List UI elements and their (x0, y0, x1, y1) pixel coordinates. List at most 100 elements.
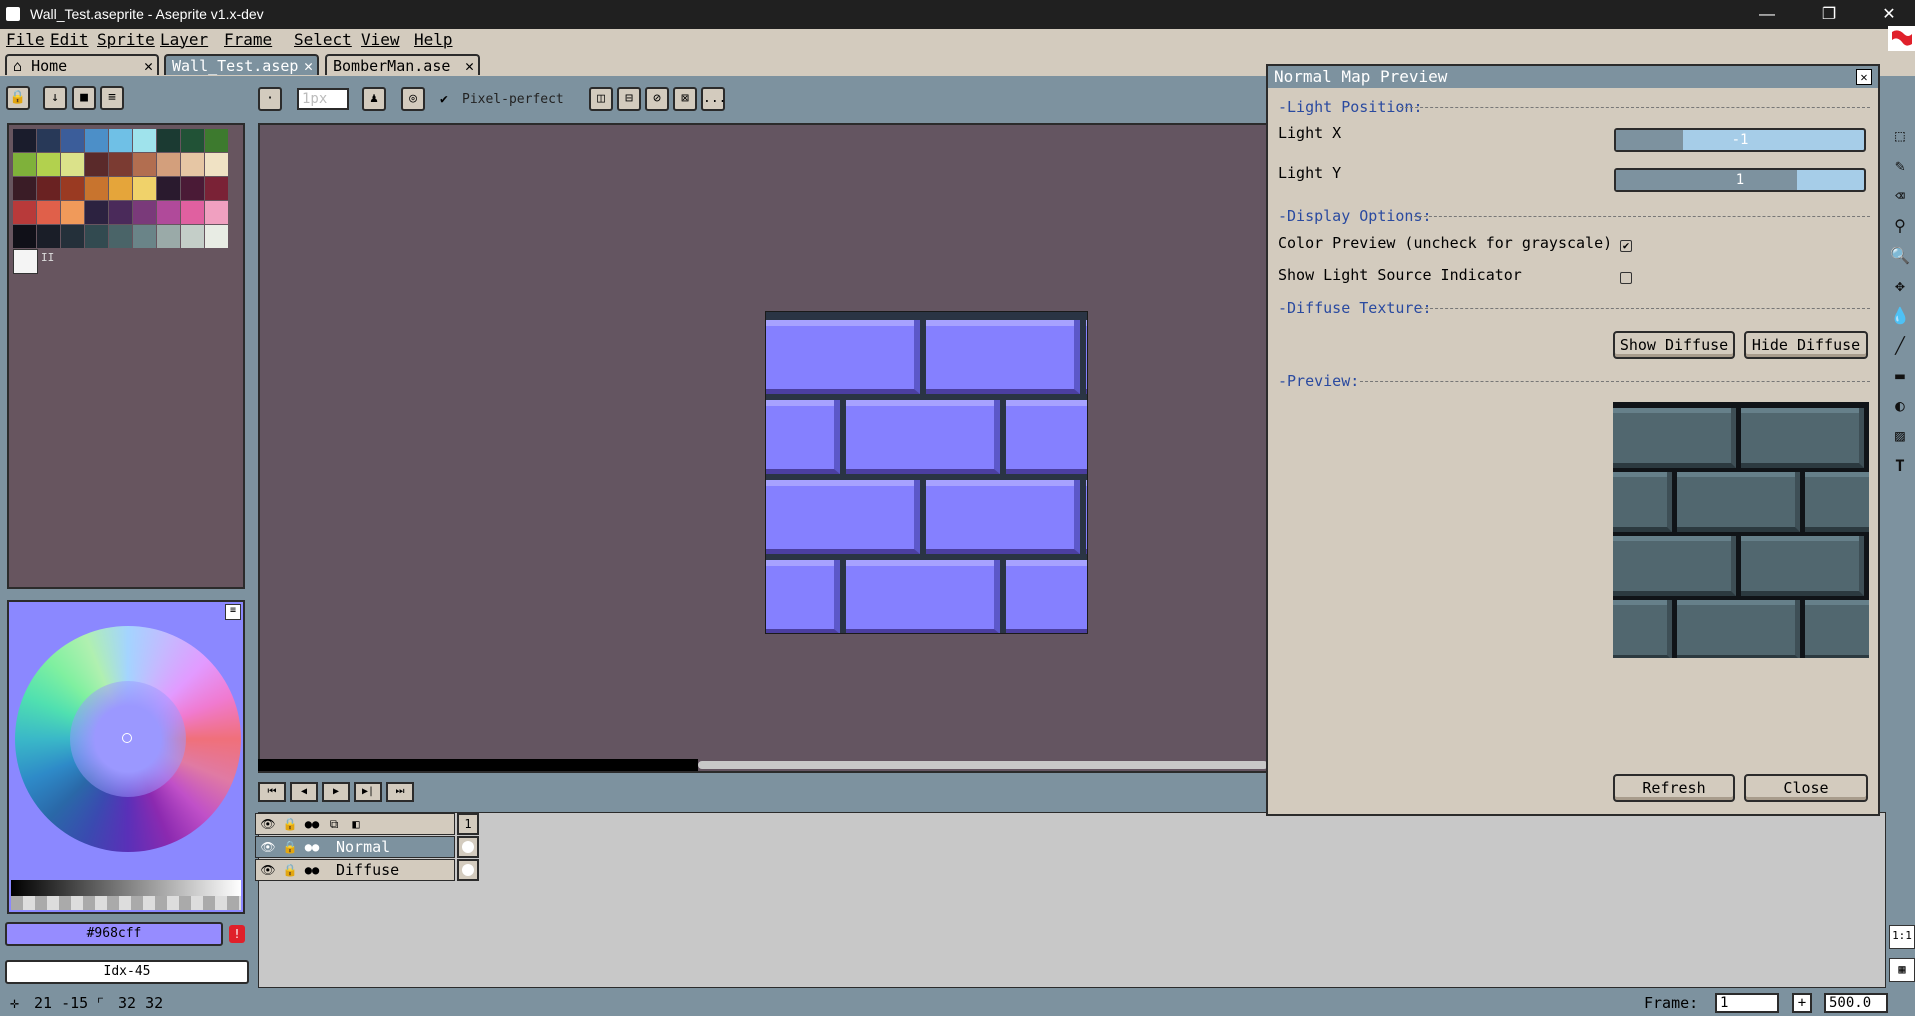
palette-swatch[interactable] (205, 129, 228, 152)
zoom-field[interactable]: 500.0 (1824, 993, 1888, 1013)
wheel-cursor[interactable] (122, 733, 132, 743)
last-frame-button[interactable]: ⏭ (386, 782, 414, 802)
blur-icon[interactable]: ▨ (1887, 423, 1913, 449)
palette-swatch[interactable] (157, 153, 180, 176)
menu-layer[interactable]: Layer (160, 30, 208, 49)
palette-swatch-selected[interactable] (13, 249, 38, 274)
lock-icon[interactable]: 🔒 (280, 816, 300, 832)
palette-swatch[interactable] (85, 201, 108, 224)
one-to-one-button[interactable]: 1:1 (1889, 925, 1915, 949)
eye-icon[interactable]: 👁 (258, 839, 278, 855)
palette-swatch[interactable] (61, 201, 84, 224)
contour-icon[interactable]: ◐ (1887, 393, 1913, 419)
next-frame-button[interactable]: ▶| (354, 782, 382, 802)
layer-row-normal[interactable]: 👁 🔒 ●● Normal (255, 836, 455, 858)
palette-swatch[interactable] (181, 153, 204, 176)
palette-swatch[interactable] (37, 201, 60, 224)
palette-menu-icon[interactable]: ≡ (100, 86, 124, 110)
menu-file[interactable]: File (6, 30, 45, 49)
cel-normal[interactable] (457, 836, 479, 858)
alpha-bar[interactable] (11, 896, 241, 910)
preview-window-icon[interactable]: ▦ (1889, 958, 1915, 982)
palette-swatch[interactable] (157, 177, 180, 200)
palette-swatch[interactable] (157, 225, 180, 248)
opacity-button[interactable]: ◎ (401, 87, 425, 111)
palette-swatch[interactable] (205, 201, 228, 224)
eye-icon[interactable]: 👁 (258, 862, 278, 878)
palette-swatch[interactable] (37, 153, 60, 176)
scrollbar-thumb[interactable] (698, 761, 1268, 769)
tab-close-icon[interactable]: ✕ (144, 56, 153, 76)
play-button[interactable]: ▶ (322, 782, 350, 802)
line-icon[interactable]: ╱ (1887, 333, 1913, 359)
palette-swatch[interactable] (85, 153, 108, 176)
palette-swatch[interactable] (37, 129, 60, 152)
show-diffuse-button[interactable]: Show Diffuse (1613, 331, 1735, 359)
window-close-button[interactable]: ✕ (1866, 0, 1912, 29)
symmetry-d-button[interactable]: ⊠ (673, 87, 697, 111)
palette-swatch[interactable] (85, 177, 108, 200)
menu-help[interactable]: Help (414, 30, 453, 49)
palette-swatch[interactable] (85, 225, 108, 248)
light-x-slider[interactable]: -1 (1614, 128, 1866, 152)
palette-swatch[interactable] (61, 153, 84, 176)
brush-type-button[interactable]: · (258, 87, 282, 111)
symmetry-v-button[interactable]: ⊘ (645, 87, 669, 111)
menu-select[interactable]: Select (294, 30, 352, 49)
palette-swatch[interactable] (61, 129, 84, 152)
tab-wall-test[interactable]: Wall_Test.asep ✕ (164, 54, 319, 75)
palette-swatch[interactable] (133, 153, 156, 176)
brush-size-field[interactable]: 1px (297, 88, 349, 110)
menu-edit[interactable]: Edit (50, 30, 89, 49)
rect-icon[interactable]: ▬ (1887, 363, 1913, 389)
eraser-icon[interactable]: ⌫ (1887, 183, 1913, 209)
palette-swatch[interactable] (13, 153, 36, 176)
minimize-button[interactable]: — (1744, 0, 1790, 29)
sprite-canvas[interactable] (258, 123, 1268, 773)
palette-down-icon[interactable]: ↓ (43, 86, 67, 110)
continuous-icon[interactable]: ●● (302, 862, 322, 878)
palette-swatch[interactable] (181, 177, 204, 200)
palette-swatch[interactable] (109, 177, 132, 200)
symmetry-button[interactable]: ◫ (589, 87, 613, 111)
color-hex-field[interactable]: #968cff (5, 922, 223, 946)
palette-swatch[interactable] (61, 225, 84, 248)
dialog-close-icon[interactable]: ✕ (1856, 69, 1872, 85)
close-button[interactable]: Close (1744, 774, 1868, 802)
palette-swatch[interactable] (133, 177, 156, 200)
light-indicator-checkbox[interactable] (1620, 272, 1632, 284)
symmetry-h-button[interactable]: ⊟ (617, 87, 641, 111)
color-wheel[interactable] (15, 626, 241, 852)
link-cels-icon[interactable]: ⧉ (324, 816, 344, 832)
menu-frame[interactable]: Frame (224, 30, 272, 49)
palette-swatch[interactable] (133, 225, 156, 248)
layer-row-diffuse[interactable]: 👁 🔒 ●● Diffuse (255, 859, 455, 881)
palette-swatch[interactable] (157, 201, 180, 224)
palette-square-icon[interactable]: ■ (72, 86, 96, 110)
palette-swatch[interactable] (37, 225, 60, 248)
continuous-icon[interactable]: ●● (302, 816, 322, 832)
maximize-button[interactable]: ❐ (1806, 0, 1852, 29)
palette-swatch[interactable] (205, 153, 228, 176)
hide-diffuse-button[interactable]: Hide Diffuse (1744, 331, 1868, 359)
palette-swatch[interactable] (61, 177, 84, 200)
sprite-image[interactable] (765, 311, 1088, 634)
palette-swatch[interactable] (109, 129, 132, 152)
eye-icon[interactable]: 👁 (258, 816, 278, 832)
palette-swatch[interactable] (109, 201, 132, 224)
palette-swatch[interactable] (13, 225, 36, 248)
palette-swatch[interactable] (181, 129, 204, 152)
frame-header[interactable]: 1 (457, 813, 479, 835)
lock-icon[interactable]: 🔒 (280, 839, 300, 855)
light-y-slider[interactable]: 1 (1614, 168, 1866, 192)
continuous-icon[interactable]: ●● (302, 839, 322, 855)
lock-palette-icon[interactable]: 🔒 (6, 86, 30, 110)
palette-swatch[interactable] (181, 225, 204, 248)
palette-swatch[interactable] (109, 153, 132, 176)
tab-close-icon[interactable]: ✕ (465, 56, 474, 76)
move-icon[interactable]: ✥ (1887, 273, 1913, 299)
palette-swatch[interactable] (133, 129, 156, 152)
palette-swatch[interactable] (205, 225, 228, 248)
tab-close-icon[interactable]: ✕ (304, 56, 313, 76)
frame-field[interactable]: 1 (1715, 993, 1779, 1013)
